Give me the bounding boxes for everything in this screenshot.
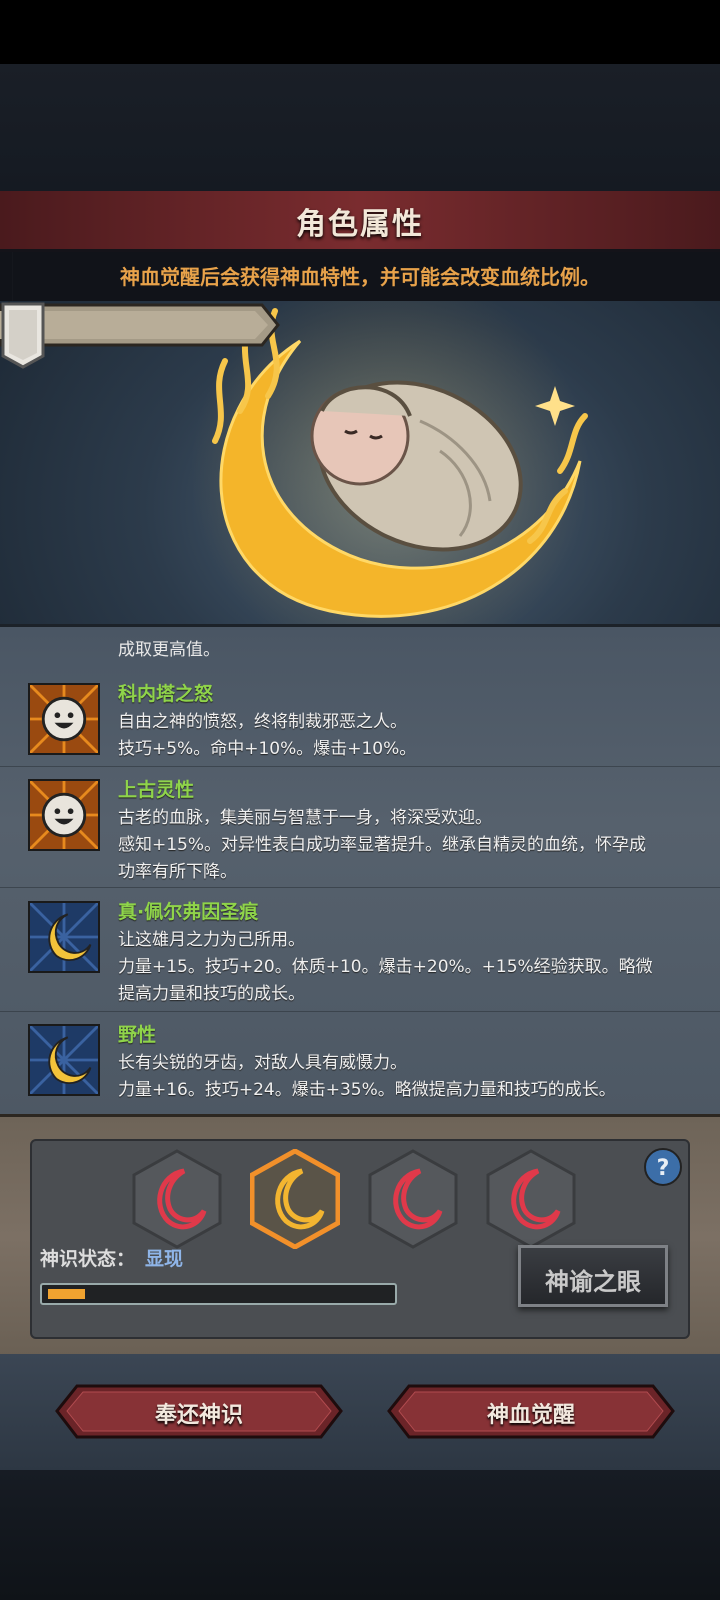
trait-description: 长有尖锐的牙齿，对敌人具有威慑力。 [118, 1053, 407, 1073]
list-item[interactable]: 野性 长有尖锐的牙齿，对敌人具有威慑力。 力量+16。技巧+24。爆击+35%。… [0, 1012, 720, 1112]
return-divine-button[interactable]: 奉还神识 [55, 1384, 343, 1439]
list-item[interactable]: 科内塔之怒 自由之神的愤怒，终将制裁邪恶之人。 技巧+5%。命中+10%。爆击+… [0, 671, 720, 767]
trait-name: 真·佩尔弗因圣痕 [118, 901, 259, 923]
blood-awaken-label: 神血觉醒 [486, 1403, 575, 1428]
trait-description: 古老的血脉，集美丽与智慧于一身，将深受欢迎。 [118, 808, 492, 828]
divine-slot-frame [30, 1139, 690, 1339]
list-item[interactable]: 真·佩尔弗因圣痕 让这雄月之力为己所用。 力量+15。技巧+20。体质+10。爆… [0, 889, 720, 1012]
trait-effects: 技巧+5%。命中+10%。爆击+10%。 [118, 739, 417, 759]
action-bar: 奉还神识 神血觉醒 [0, 1354, 720, 1470]
crescent-moon-icon [28, 901, 100, 973]
blood-awaken-button[interactable]: 神血觉醒 [387, 1384, 675, 1439]
trait-effects: 力量+16。技巧+24。爆击+35%。略微提高力量和技巧的成长。 [118, 1080, 616, 1100]
smiley-face-icon [28, 779, 100, 851]
subtitle-text: 神血觉醒后会获得神血特性，并可能会改变血统比例。 [120, 265, 600, 289]
portrait-art [190, 301, 590, 624]
status-bar [0, 0, 720, 64]
title-bar: 角色属性 [0, 191, 720, 252]
background-overlay [0, 64, 720, 191]
progress-fill [48, 1289, 85, 1299]
shield-icon[interactable] [0, 301, 46, 369]
trait-name: 科内塔之怒 [118, 683, 214, 705]
divine-state-label: 神识状态： [40, 1248, 136, 1270]
trait-effects-cont: 提高力量和技巧的成长。 [118, 984, 305, 1004]
subtitle-bar: 神血觉醒后会获得神血特性，并可能会改变血统比例。 [0, 249, 720, 301]
divine-slot-4[interactable] [486, 1149, 576, 1249]
svg-text:?: ? [657, 1156, 670, 1181]
divine-slot-3[interactable] [368, 1149, 458, 1249]
traits-list[interactable]: 成取更高值。 科内塔之怒 自由之神的愤怒，终将制裁邪恶之人。 技巧+5%。命中+… [0, 624, 720, 1117]
trait-description-partial: 成取更高值。 [118, 640, 220, 660]
return-divine-label: 奉还神识 [154, 1403, 243, 1428]
question-mark-icon[interactable]: ? [643, 1147, 683, 1187]
trait-name: 野性 [118, 1024, 157, 1046]
smiley-face-icon [28, 683, 100, 755]
trait-name: 上古灵性 [118, 779, 195, 801]
background-overlay-bottom [0, 1470, 720, 1600]
list-item[interactable]: 上古灵性 古老的血脉，集美丽与智慧于一身，将深受欢迎。 感知+15%。对异性表白… [0, 767, 720, 888]
divine-progress-bar [40, 1283, 397, 1305]
divine-slot-1[interactable] [132, 1149, 222, 1249]
crescent-moon-icon [28, 1024, 100, 1096]
page-title: 角色属性 [296, 207, 424, 242]
trait-effects: 感知+15%。对异性表白成功率显著提升。继承自精灵的血统，怀孕成 [118, 835, 647, 855]
trait-effects-cont: 功率有所下降。 [118, 862, 237, 882]
trait-effects: 力量+15。技巧+20。体质+10。爆击+20%。+15%经验获取。略微 [118, 957, 653, 977]
trait-description: 让这雄月之力为己所用。 [118, 930, 305, 950]
trait-description: 自由之神的愤怒，终将制裁邪恶之人。 [118, 712, 407, 732]
oracle-eye-label: 神谕之眼 [545, 1268, 641, 1296]
divine-state-value: 显现 [145, 1248, 184, 1270]
divine-panel: ? 神识状态： 显现 神谕之眼 [0, 1114, 720, 1357]
divine-slot-2[interactable] [250, 1149, 340, 1249]
character-attributes-panel: 角色属性 神血觉醒后会获得神血特性，并可能会改变血统比例。 成取更高值。 科内塔… [0, 191, 720, 1470]
oracle-eye-button[interactable]: 神谕之眼 [518, 1245, 668, 1307]
